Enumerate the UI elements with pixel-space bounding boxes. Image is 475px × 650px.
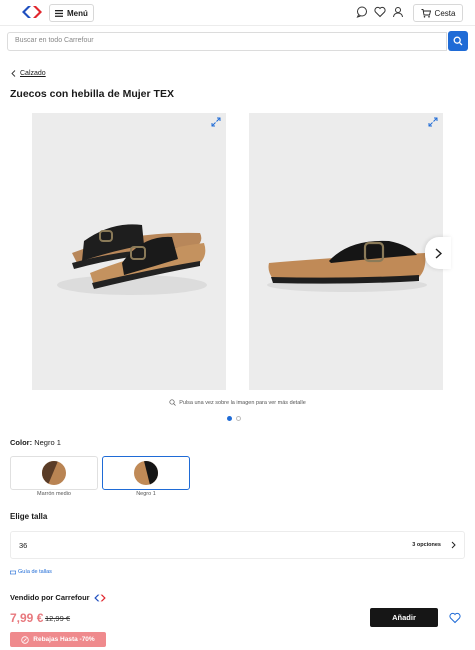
product-image-2[interactable] <box>249 113 443 390</box>
color-label-title: Color: <box>10 438 33 447</box>
promo-label: Rebajas Hasta -70% <box>33 636 95 643</box>
swatch-thumbnail <box>134 461 158 485</box>
chevron-right-icon <box>451 541 456 549</box>
zoom-icon <box>169 399 176 406</box>
cart-icon <box>421 8 431 18</box>
heart-icon[interactable] <box>374 6 386 18</box>
carrefour-logo-icon <box>93 594 106 601</box>
color-option-label: Marrón medio <box>37 491 71 497</box>
zoom-hint-text: Pulsa una vez sobre la imagen para ver m… <box>179 399 306 406</box>
carousel-dots <box>227 416 241 421</box>
size-guide-link[interactable]: Guía de tallas <box>10 569 52 575</box>
hamburger-icon <box>55 9 63 17</box>
carousel-dot[interactable] <box>236 416 241 421</box>
search-placeholder: Buscar en todo Carrefour <box>15 37 94 44</box>
expand-icon[interactable] <box>428 117 438 127</box>
carousel-dot-active[interactable] <box>227 416 232 421</box>
ruler-icon <box>10 570 16 574</box>
color-swatch-negro[interactable] <box>102 456 190 490</box>
carousel-next-button[interactable] <box>425 237 451 269</box>
cart-label: Cesta <box>434 8 456 18</box>
discount-icon <box>21 635 29 644</box>
add-to-cart-button[interactable]: Añadir <box>370 608 438 627</box>
top-header: Menú Cesta <box>0 0 475 26</box>
search-input[interactable]: Buscar en todo Carrefour <box>7 32 447 51</box>
color-option-label: Negro 1 <box>136 491 156 497</box>
size-value: 36 <box>19 540 28 550</box>
color-swatch-marron[interactable] <box>10 456 98 490</box>
sandal-side-illustration <box>267 240 427 292</box>
zoom-hint: Pulsa una vez sobre la imagen para ver m… <box>0 399 475 406</box>
current-price: 7,99 € <box>10 611 44 625</box>
chat-icon[interactable] <box>356 6 368 18</box>
search-button[interactable] <box>448 31 468 51</box>
expand-icon[interactable] <box>211 117 221 127</box>
page-title: Zuecos con hebilla de Mujer TEX <box>10 88 174 100</box>
breadcrumb[interactable]: Calzado <box>11 70 46 77</box>
carrefour-logo-icon[interactable] <box>22 5 42 19</box>
menu-label: Menú <box>67 8 88 18</box>
chevron-right-icon <box>435 247 442 259</box>
menu-button[interactable]: Menú <box>49 4 94 22</box>
breadcrumb-link[interactable]: Calzado <box>20 70 46 77</box>
old-price: 12,99 € <box>45 614 71 623</box>
cart-button[interactable]: Cesta <box>413 4 463 22</box>
color-selected: Negro 1 <box>34 438 61 447</box>
seller-info: Vendido por Carrefour <box>10 593 106 602</box>
promo-badge: Rebajas Hasta -70% <box>10 632 106 647</box>
size-title: Elige talla <box>10 512 48 521</box>
chevron-left-icon <box>11 70 16 77</box>
size-guide-label[interactable]: Guía de tallas <box>18 569 52 575</box>
sandals-pair-illustration <box>57 224 207 295</box>
product-image-1[interactable] <box>32 113 226 390</box>
search-icon <box>453 36 463 46</box>
user-icon[interactable] <box>392 6 404 18</box>
seller-label: Vendido por Carrefour <box>10 593 90 602</box>
size-options-count: 3 opciones <box>412 542 441 548</box>
size-select[interactable]: 36 3 opciones <box>10 531 465 559</box>
heart-icon[interactable] <box>449 612 461 624</box>
color-label: Color: Negro 1 <box>10 438 61 447</box>
swatch-thumbnail <box>42 461 66 485</box>
